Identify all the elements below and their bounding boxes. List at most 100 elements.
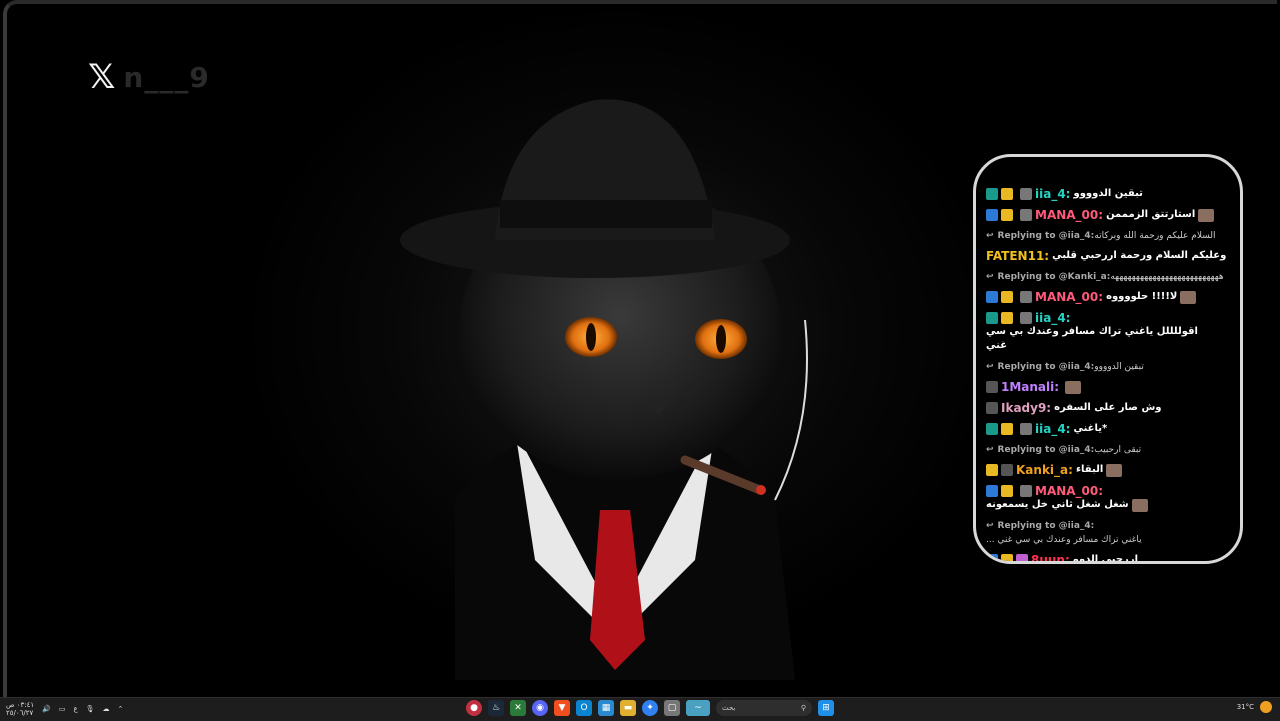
- network-icon[interactable]: ▭: [59, 705, 66, 713]
- chat-username[interactable]: 8uun:: [1031, 553, 1070, 561]
- windows-start-icon[interactable]: ⊞: [818, 700, 834, 716]
- grid-badge-icon: [986, 312, 998, 324]
- chat-message: MANA_00: شغل شغل ثاني خل يسمعونه: [986, 484, 1236, 512]
- mini-badge-icon: [986, 381, 998, 393]
- chat-text: شغل شغل ثاني خل يسمعونه: [986, 499, 1129, 510]
- search-placeholder: بحث: [722, 704, 736, 712]
- coin-badge-icon: [1001, 554, 1013, 561]
- chat-message: MANA_00: استارتتق الزمممن: [986, 208, 1236, 222]
- chat-username[interactable]: FATEN11:: [986, 249, 1049, 263]
- chat-username[interactable]: iia_4:: [1035, 422, 1070, 436]
- chat-message: MANA_00: لا!!!! حلووووه: [986, 290, 1236, 304]
- xbox-icon[interactable]: ✕: [510, 700, 526, 716]
- sun-icon: [1260, 701, 1272, 713]
- steam-icon[interactable]: ♨: [488, 700, 504, 716]
- chat-text-wrap: غني: [986, 340, 1008, 351]
- chat-reply-line: ↩ Replying to @Kanki_a: ههههههههههههههههه…: [986, 270, 1236, 284]
- chat-message: iia_4: اقوللللل ياغني تراك مسافر وعندك بي…: [986, 311, 1236, 353]
- system-tray: ٠٣:٤١ ص ٢٥/٠٦/٢٧ 🔊 ▭ ع 🎙 ☁ ⌃: [6, 701, 123, 717]
- chat-username[interactable]: MANA_00:: [1035, 484, 1103, 498]
- volume-icon[interactable]: 🔊: [42, 705, 51, 713]
- reply-text: تبقين الدوووو: [1094, 362, 1144, 372]
- grid-badge-icon: [986, 423, 998, 435]
- reply-icon: ↩: [986, 362, 994, 372]
- bar-badge-icon: [1020, 485, 1032, 497]
- reply-target: Replying to @iia_4:: [997, 362, 1095, 372]
- chevron-up-icon[interactable]: ⌃: [118, 705, 124, 713]
- taskbar-search[interactable]: بحث ⚲: [716, 700, 812, 716]
- reply-icon: ↩: [986, 445, 994, 455]
- folder-icon[interactable]: ▬: [620, 700, 636, 716]
- cat-in-suit-image: [400, 99, 808, 680]
- chat-reply-line: ↩ Replying to @iia_4: تبقى ارحبيب: [986, 443, 1236, 457]
- reply-text: ههههههههههههههههههههههههههه: [1110, 272, 1224, 282]
- reply-target: Replying to @iia_4:: [997, 231, 1095, 241]
- coin-badge-icon: [1001, 188, 1013, 200]
- weather-widget[interactable]: 31°C: [1237, 701, 1272, 713]
- chat-text: استارتتق الزمممن: [1106, 209, 1196, 220]
- copilot-icon[interactable]: ✦: [642, 700, 658, 716]
- chat-username[interactable]: Ikady9:: [1001, 401, 1051, 415]
- coin-badge-icon: [1001, 291, 1013, 303]
- chat-text: اقوللللل ياغني تراك مسافر وعندك بي سي: [986, 326, 1198, 337]
- bar-badge-icon: [1020, 188, 1032, 200]
- coin-badge-icon: [1001, 209, 1013, 221]
- chat-reply-line: ↩ Replying to @iia_4: السلام عليكم ورحمة …: [986, 229, 1236, 243]
- discord-icon[interactable]: ◉: [532, 700, 548, 716]
- clock[interactable]: ٠٣:٤١ ص ٢٥/٠٦/٢٧: [6, 701, 34, 717]
- mini-badge-icon: [1001, 464, 1013, 476]
- chat-message: Ikady9: وش صار على السفره: [986, 401, 1236, 415]
- chat-message: Kanki_a: البقاء: [986, 463, 1236, 477]
- emote-icon: [1131, 498, 1148, 512]
- bar-badge-icon: [1020, 209, 1032, 221]
- coin-badge-icon: [1001, 312, 1013, 324]
- reply-text: تبقى ارحبيب: [1094, 445, 1142, 455]
- cloud-icon[interactable]: ☁: [103, 705, 110, 713]
- chat-message: 1Manali:: [986, 380, 1236, 394]
- chat-reply-line: ↩ Replying to @iia_4: ... ياغني تراك مساف…: [986, 519, 1236, 547]
- language-indicator[interactable]: ع: [73, 705, 77, 713]
- taskview-icon[interactable]: ▢: [664, 700, 680, 716]
- chat-username[interactable]: MANA_00:: [1035, 208, 1103, 222]
- microphone-icon[interactable]: 🎙: [86, 705, 95, 713]
- clock-date: ٢٥/٠٦/٢٧: [6, 709, 34, 717]
- reply-icon: ↩: [986, 272, 994, 282]
- chat-message: 8uun: اررحبي الدوو: [986, 553, 1236, 561]
- chat-username[interactable]: Kanki_a:: [1016, 463, 1073, 477]
- chat-text: لا!!!! حلووووه: [1106, 291, 1178, 302]
- app-icon-red[interactable]: ●: [466, 700, 482, 716]
- chat-message-list: iia_4: تبقين الدوووو MANA_00: استارتتق الزم…: [986, 187, 1236, 561]
- store-icon[interactable]: ▦: [598, 700, 614, 716]
- mini-badge-icon: [986, 402, 998, 414]
- emote-icon: [1198, 208, 1215, 222]
- outlook-icon[interactable]: O: [576, 700, 592, 716]
- chat-text: وعليكم السلام ورحمة اررحبي قلبي: [1052, 250, 1227, 261]
- brave-icon[interactable]: ▼: [554, 700, 570, 716]
- x-logo-icon: 𝕏: [88, 57, 116, 97]
- reply-target: Replying to @iia_4:: [997, 521, 1095, 531]
- chat-username[interactable]: MANA_00:: [1035, 290, 1103, 304]
- chat-text: البقاء: [1075, 464, 1104, 475]
- taskbar: ٠٣:٤١ ص ٢٥/٠٦/٢٧ 🔊 ▭ ع 🎙 ☁ ⌃ ● ♨ ✕ ◉ ▼ O…: [0, 697, 1280, 721]
- reply-icon: ↩: [986, 231, 994, 241]
- grid-badge-icon: [986, 188, 998, 200]
- bar-badge-icon: [1020, 312, 1032, 324]
- chat-username[interactable]: iia_4:: [1035, 311, 1070, 325]
- blue-badge-icon: [986, 209, 998, 221]
- gift-badge-icon: [1016, 554, 1028, 561]
- weather-temp: 31°C: [1236, 703, 1254, 711]
- reply-target: Replying to @Kanki_a:: [997, 272, 1111, 282]
- chat-text: وش صار على السفره: [1054, 402, 1162, 413]
- chat-message: iia_4: تبقين الدوووو: [986, 187, 1236, 201]
- chat-username[interactable]: 1Manali:: [1001, 380, 1059, 394]
- clock-time: ٠٣:٤١ ص: [6, 701, 35, 709]
- widgets-icon[interactable]: ~: [686, 700, 710, 716]
- chat-text: ياغني*: [1073, 423, 1108, 434]
- watermark-handle: n___9: [123, 60, 210, 94]
- reply-target: Replying to @iia_4:: [997, 445, 1095, 455]
- watermark: 𝕏 n___9: [88, 60, 210, 94]
- coin-badge-icon: [986, 464, 998, 476]
- chat-username[interactable]: iia_4:: [1035, 187, 1070, 201]
- chat-message: iia_4: ياغني*: [986, 422, 1236, 436]
- chat-reply-line: ↩ Replying to @iia_4: تبقين الدوووو: [986, 360, 1236, 374]
